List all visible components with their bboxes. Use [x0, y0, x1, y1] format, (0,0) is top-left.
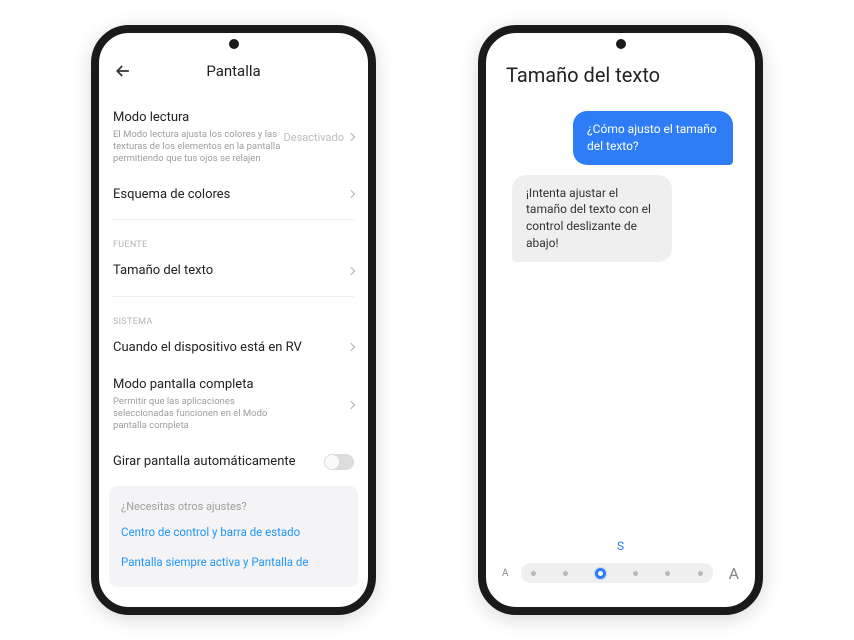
phone-left: Pantalla Modo lectura El Modo lectura aj… — [91, 25, 376, 615]
row-title: Modo lectura — [113, 109, 284, 127]
slider-step[interactable] — [531, 571, 536, 576]
row-value: Desactivado — [284, 131, 344, 144]
phone-right: Tamaño del texto ¿Cómo ajusto el tamaño … — [478, 25, 763, 615]
section-label-fuente: FUENTE — [113, 226, 354, 252]
row-pantalla-completa[interactable]: Modo pantalla completa Permitir que las … — [113, 366, 354, 443]
row-tamano-texto[interactable]: Tamaño del texto — [113, 252, 354, 290]
chat-bubble-answer: ¡Intenta ajustar el tamaño del texto con… — [512, 175, 672, 262]
row-title: Cuando el dispositivo está en RV — [113, 339, 348, 357]
row-esquema-colores[interactable]: Esquema de colores — [113, 176, 354, 214]
text-size-slider-area: S A A — [502, 539, 739, 607]
chevron-right-icon — [347, 400, 355, 408]
row-girar-pantalla[interactable]: Girar pantalla automáticamente — [113, 443, 354, 481]
chevron-right-icon — [347, 267, 355, 275]
chevron-right-icon — [347, 133, 355, 141]
settings-screen: Pantalla Modo lectura El Modo lectura aj… — [99, 33, 368, 607]
divider — [113, 219, 354, 220]
large-a-icon: A — [729, 564, 739, 583]
slider-step[interactable] — [633, 571, 638, 576]
small-a-icon: A — [502, 568, 509, 579]
footer-label: ¿Necesitas otros ajustes? — [121, 496, 346, 517]
text-size-screen: Tamaño del texto ¿Cómo ajusto el tamaño … — [486, 33, 755, 607]
footer-panel: ¿Necesitas otros ajustes? Centro de cont… — [109, 486, 358, 587]
toggle-off[interactable] — [324, 454, 354, 470]
row-title: Esquema de colores — [113, 186, 348, 204]
footer-link-control-center[interactable]: Centro de control y barra de estado — [121, 517, 346, 547]
row-modo-lectura[interactable]: Modo lectura El Modo lectura ajusta los … — [113, 99, 354, 176]
slider-thumb[interactable] — [595, 568, 606, 579]
section-label-sistema: SISTEMA — [113, 303, 354, 329]
slider-step[interactable] — [563, 571, 568, 576]
slider-size-label: S — [502, 539, 739, 553]
text-size-slider[interactable] — [521, 563, 713, 583]
chevron-right-icon — [347, 343, 355, 351]
page-title: Tamaño del texto — [502, 63, 739, 87]
row-title: Modo pantalla completa — [113, 376, 348, 394]
chat-area: ¿Cómo ajusto el tamaño del texto? ¡Inten… — [502, 111, 739, 272]
header: Pantalla — [113, 57, 354, 99]
slider-step[interactable] — [665, 571, 670, 576]
footer-link-always-on[interactable]: Pantalla siempre activa y Pantalla de — [121, 547, 346, 577]
chat-bubble-question: ¿Cómo ajusto el tamaño del texto? — [573, 111, 733, 165]
slider-step[interactable] — [698, 571, 703, 576]
row-title: Girar pantalla automáticamente — [113, 453, 324, 471]
chevron-right-icon — [347, 190, 355, 198]
divider — [113, 296, 354, 297]
row-desc: El Modo lectura ajusta los colores y las… — [113, 129, 283, 166]
row-desc: Permitir que las aplicaciones selecciona… — [113, 396, 283, 433]
slider-track: A A — [502, 563, 739, 583]
page-title: Pantalla — [113, 62, 354, 80]
row-rv[interactable]: Cuando el dispositivo está en RV — [113, 329, 354, 367]
row-title: Tamaño del texto — [113, 262, 348, 280]
